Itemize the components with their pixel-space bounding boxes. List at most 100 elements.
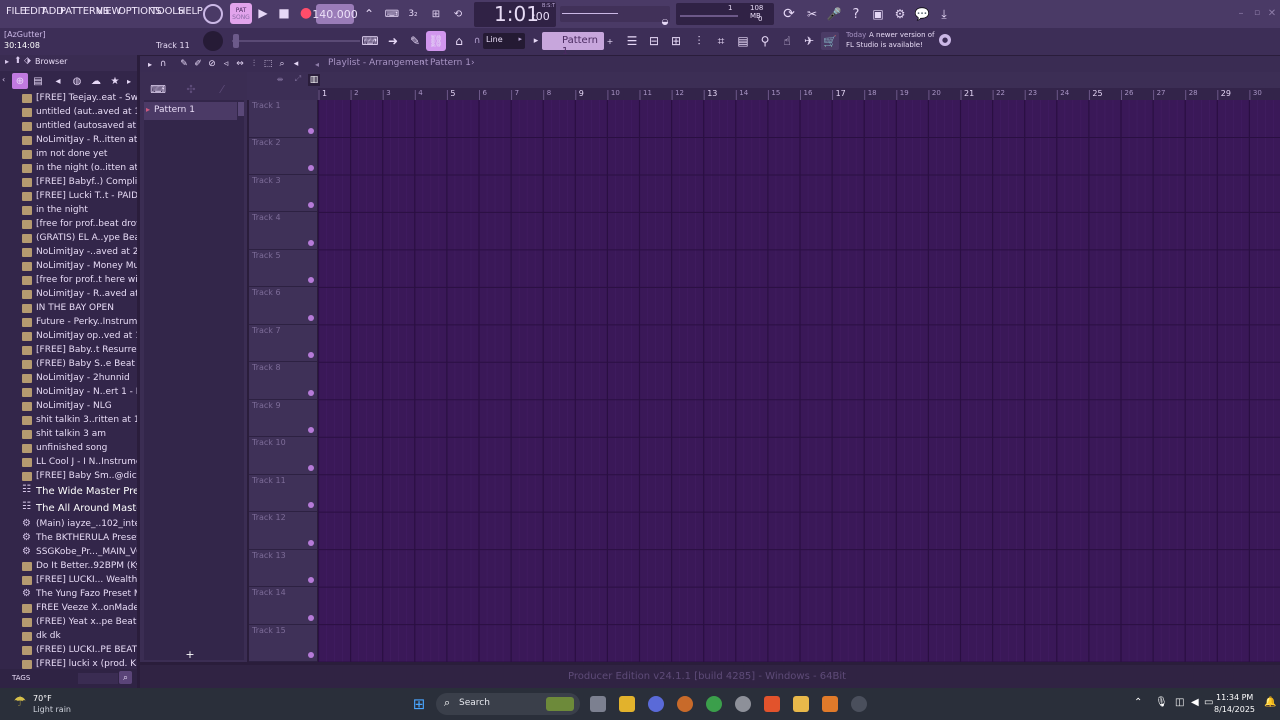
- track-enable-icon[interactable]: [308, 539, 314, 546]
- browser-item[interactable]: dk dk: [0, 630, 137, 644]
- mixer-icon[interactable]: ⊞: [666, 32, 686, 50]
- maximize-icon[interactable]: ▫: [1250, 6, 1264, 20]
- browser-item[interactable]: [FREE] Baby Sm..@dicerollaa: [0, 470, 137, 484]
- browser-item[interactable]: ☷ The Wide Master Preset: [0, 484, 137, 501]
- arrangement-grid[interactable]: [318, 100, 1280, 662]
- pattern-list-item[interactable]: ▸ Pattern 1: [144, 102, 237, 120]
- download-icon[interactable]: ⤓: [935, 5, 953, 23]
- track-enable-icon[interactable]: [308, 352, 314, 359]
- link-icon[interactable]: ⛓: [426, 31, 446, 51]
- draw-icon[interactable]: ✎: [405, 32, 425, 50]
- channel-rack-icon[interactable]: ⊟: [644, 32, 664, 50]
- chat-icon[interactable]: 💬: [913, 5, 931, 23]
- track-header[interactable]: Track 14: [249, 587, 317, 625]
- track-enable-icon[interactable]: [308, 202, 314, 209]
- track-header[interactable]: Track 4: [249, 212, 317, 250]
- track-enable-icon[interactable]: [308, 164, 314, 171]
- microphone-icon[interactable]: 🎤: [825, 5, 843, 23]
- magnet-snap-icon[interactable]: ∩: [157, 57, 169, 71]
- pattern-add-icon[interactable]: +: [605, 33, 615, 49]
- browser-item[interactable]: (GRATIS) EL A..ype Beat 2024: [0, 232, 137, 246]
- track-header[interactable]: Track 10: [249, 437, 317, 475]
- browser-item[interactable]: IN THE BAY OPEN: [0, 302, 137, 316]
- browser-item[interactable]: (FREE) LUCKI..PE BEAT "LICK": [0, 644, 137, 658]
- track-enable-icon[interactable]: [308, 652, 314, 659]
- slice-tool-icon[interactable]: ⫶: [248, 57, 260, 71]
- track-enable-icon[interactable]: [308, 614, 314, 621]
- browser-back-arrow-icon[interactable]: ◂: [52, 74, 64, 88]
- track-header[interactable]: Track 13: [249, 550, 317, 588]
- faders-icon[interactable]: ⫶: [689, 32, 709, 50]
- browser-item[interactable]: shit talkin 3 am: [0, 428, 137, 442]
- tray-mic-icon[interactable]: 🎙: [1155, 697, 1168, 708]
- wait-input-icon[interactable]: ⌨: [383, 6, 401, 22]
- news-panel[interactable]: Today A newer version of FL Studio is av…: [844, 29, 954, 53]
- track-header[interactable]: Track 7: [249, 325, 317, 363]
- mute-tool-icon[interactable]: ◃: [220, 57, 232, 71]
- browser-item[interactable]: [free for prof..beat drowning: [0, 218, 137, 232]
- timeline-ruler[interactable]: 1 2 3 4 5 6 7 8 9 10 11 12 13 14 15 16 17 18 19 20 21 22 23 24 2…: [318, 88, 1280, 100]
- playlist-icon[interactable]: ☰: [622, 32, 642, 50]
- track-enable-icon[interactable]: [308, 502, 314, 509]
- browser-star-icon[interactable]: ★: [109, 74, 121, 88]
- undo-history-icon[interactable]: ⟳: [780, 5, 798, 23]
- browser-item[interactable]: shit talkin 3..ritten at 19h02): [0, 414, 137, 428]
- browser-up-icon[interactable]: ⬆: [14, 56, 22, 66]
- pattern-list-scrollbar[interactable]: [238, 102, 244, 116]
- browser-back-icon[interactable]: ‹: [2, 75, 5, 84]
- tags-search-input[interactable]: [78, 673, 118, 684]
- browser-item[interactable]: [FREE] Babyf..) Complicated: [0, 176, 137, 190]
- browser-item[interactable]: [FREE] LUCKI... Wealthiboi.): [0, 574, 137, 588]
- track-header[interactable]: Track 15: [249, 625, 317, 663]
- arrow-right-icon[interactable]: ➜: [383, 32, 403, 50]
- browser-item[interactable]: untitled (autosaved at 1h07): [0, 120, 137, 134]
- browser-item[interactable]: ⚙ (Main) iayze_..102_interface: [0, 518, 137, 532]
- oscilloscope-toggle-icon[interactable]: ◒: [660, 16, 670, 26]
- metronome-icon[interactable]: ⌃: [360, 6, 378, 22]
- browser-item[interactable]: [FREE] Lucki T..t - PAIDNFULL: [0, 190, 137, 204]
- browser-item[interactable]: [FREE] lucki x (prod. KENJI: [0, 658, 137, 669]
- browser-all-icon[interactable]: ⊕: [12, 73, 28, 89]
- piano-toggle-icon[interactable]: ▥: [308, 74, 320, 86]
- settings-app-icon[interactable]: [735, 696, 751, 712]
- store-app-icon[interactable]: [619, 696, 635, 712]
- track-header[interactable]: Track 1: [249, 100, 317, 138]
- delete-tool-icon[interactable]: ⊘: [206, 57, 218, 71]
- master-volume-knob[interactable]: [203, 31, 223, 51]
- add-pattern-icon[interactable]: +: [184, 648, 196, 661]
- magnet-icon[interactable]: ∩: [472, 34, 482, 48]
- zoom-fit-icon[interactable]: ⇼: [273, 74, 287, 84]
- song-position-display[interactable]: 1:01 :00 B:S:T: [474, 2, 556, 27]
- browser-item[interactable]: NoLimitJay op..ved at 17h39): [0, 330, 137, 344]
- play-icon[interactable]: ▶: [256, 6, 270, 20]
- browser-arrow-icon[interactable]: ▸: [5, 57, 9, 66]
- browser-item[interactable]: (FREE) Baby S..e Beat - PTSD: [0, 358, 137, 372]
- start-icon[interactable]: ⊞: [410, 695, 428, 713]
- browser-item[interactable]: (FREE) Yeat x..pe Beat - GTA: [0, 616, 137, 630]
- pattern-selector[interactable]: Pattern 1: [542, 32, 604, 57]
- track-enable-icon[interactable]: [308, 239, 314, 246]
- file-explorer-icon[interactable]: [793, 696, 809, 712]
- pattern-prev-icon[interactable]: ▸: [531, 34, 541, 48]
- track-header[interactable]: Track 6: [249, 287, 317, 325]
- browser-item[interactable]: in the night: [0, 204, 137, 218]
- browser-pin-icon[interactable]: ⬗: [24, 56, 31, 66]
- browser-item[interactable]: ⚙ The Yung Fazo Preset Main: [0, 588, 137, 602]
- track-enable-icon[interactable]: [308, 577, 314, 584]
- browser-item[interactable]: [FREE] Baby..t Resurrection: [0, 344, 137, 358]
- task-view-icon[interactable]: [590, 696, 606, 712]
- browser-item[interactable]: NoLimitJay - R..itten at 2h37): [0, 134, 137, 148]
- tray-volume-icon[interactable]: ◀: [1191, 697, 1199, 708]
- piano-roll-icon[interactable]: ⌨: [360, 32, 380, 50]
- track-header[interactable]: Track 2: [249, 137, 317, 175]
- browser-item[interactable]: FREE Veeze X..onMadeThis_): [0, 602, 137, 616]
- plugin-picker-icon[interactable]: ⚲: [755, 32, 775, 50]
- help-icon[interactable]: ?: [847, 5, 865, 23]
- countdown-icon[interactable]: 3₂: [404, 6, 422, 22]
- browser-item[interactable]: Do It Better..92BPM (Kyduh): [0, 560, 137, 574]
- browser-item[interactable]: NoLimitJay - NLG: [0, 400, 137, 414]
- track-enable-icon[interactable]: [308, 389, 314, 396]
- notification-icon[interactable]: 🔔: [1264, 697, 1276, 708]
- browser-item[interactable]: NoLimitJay - N..ert 1 - Part_1: [0, 386, 137, 400]
- browser-item[interactable]: [free for prof..t here with me: [0, 274, 137, 288]
